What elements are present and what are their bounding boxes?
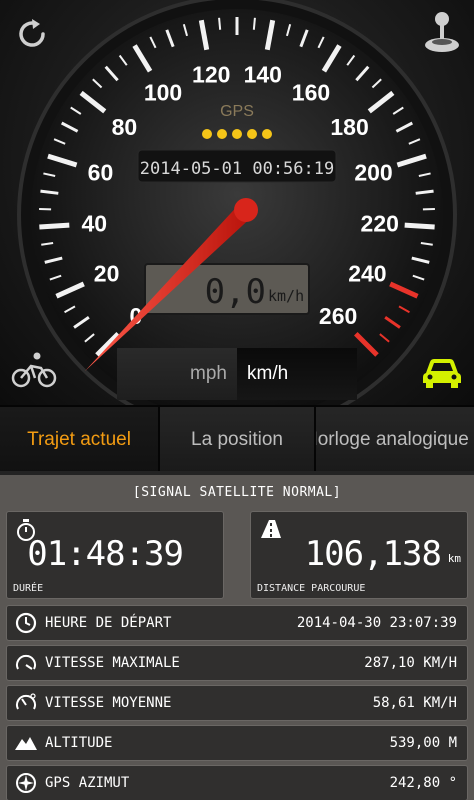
- duration-card: 01:48:39 DURÉE: [6, 511, 224, 599]
- needle-hub: [234, 198, 258, 222]
- gauge-tick: [404, 222, 435, 230]
- gauge-tick-label: 40: [81, 211, 107, 237]
- clock-icon: [15, 612, 37, 634]
- refresh-icon: [19, 19, 45, 47]
- bicycle-mode-button[interactable]: [8, 344, 60, 396]
- datetime-display: 2014-05-01 00:56:19: [140, 159, 334, 179]
- gauge-tick-label: 200: [354, 159, 392, 185]
- speedometer-icon: [16, 654, 36, 670]
- bicycle-icon: [11, 352, 57, 388]
- compass-icon: [16, 773, 36, 793]
- max-speed-label: VITESSE MAXIMALE: [45, 655, 180, 671]
- gps-dot: [232, 129, 242, 139]
- average-speed-icon: [16, 693, 36, 710]
- altitude-value: 539,00 M: [389, 735, 457, 751]
- altitude-label: ALTITUDE: [45, 735, 113, 751]
- tab-analog-clock-label: Horloge analogique: [316, 429, 469, 450]
- start-time-row: HEURE DE DÉPART 2014-04-30 23:07:39: [6, 605, 468, 641]
- azimuth-value: 242,80 °: [389, 775, 457, 791]
- kmh-toggle[interactable]: km/h: [237, 348, 357, 400]
- tab-analog-clock[interactable]: Horloge analogique: [316, 407, 474, 473]
- start-time-value: 2014-04-30 23:07:39: [296, 615, 457, 631]
- gauge-tick: [252, 17, 256, 30]
- max-speed-value: 287,10 KM/H: [364, 655, 457, 671]
- gauge-tick-label: 20: [94, 261, 120, 287]
- mountain-icon: [15, 737, 37, 750]
- mph-toggle[interactable]: mph: [117, 348, 237, 400]
- gps-dot: [202, 129, 212, 139]
- gauge-tick-label: 240: [348, 261, 386, 287]
- start-time-label: HEURE DE DÉPART: [45, 615, 172, 631]
- gauge-tick: [39, 222, 70, 230]
- gauge-tick-label: 140: [244, 61, 282, 87]
- avg-speed-row: VITESSE MOYENNE 58,61 KM/H: [6, 685, 468, 721]
- gauge-tick-label: 80: [112, 114, 138, 140]
- gauge-tick-label: 60: [88, 159, 114, 185]
- trip-stats-panel: [SIGNAL SATELLITE NORMAL] 01:48:39 DURÉE…: [0, 471, 474, 800]
- tab-position[interactable]: La position: [160, 407, 316, 473]
- distance-value: 106,138: [304, 534, 442, 574]
- avg-speed-label: VITESSE MOYENNE: [45, 695, 172, 711]
- speedometer-gauge: 020406080100120140160180200220240260 GPS…: [17, 0, 457, 405]
- tab-bar: Trajet actuel La position Horloge analog…: [0, 405, 474, 473]
- distance-unit: km: [447, 552, 461, 565]
- joystick-button[interactable]: [416, 6, 468, 58]
- road-icon: [261, 520, 281, 538]
- gauge-tick-label: 160: [292, 80, 330, 106]
- altitude-row: ALTITUDE 539,00 M: [6, 725, 468, 761]
- distance-card: 106,138 km DISTANCE PARCOURUE: [250, 511, 468, 599]
- gauge-tick-label: 260: [319, 303, 357, 329]
- reset-button[interactable]: [6, 8, 58, 60]
- gauge-tick-label: 180: [330, 114, 368, 140]
- azimuth-label: GPS AZIMUT: [45, 775, 130, 791]
- car-icon: [423, 359, 461, 388]
- gps-dot: [262, 129, 272, 139]
- gps-dot: [217, 129, 227, 139]
- duration-label: DURÉE: [13, 583, 44, 594]
- duration-value: 01:48:39: [27, 534, 184, 574]
- max-speed-row: VITESSE MAXIMALE 287,10 KM/H: [6, 645, 468, 681]
- gauge-tick-label: 100: [144, 80, 182, 106]
- gauge-tick-label: 220: [361, 211, 399, 237]
- gps-dot: [247, 129, 257, 139]
- speed-unit: km/h: [268, 287, 304, 305]
- speed-value: 0,0: [205, 272, 266, 312]
- speedometer-area: 020406080100120140160180200220240260 GPS…: [0, 0, 474, 405]
- avg-speed-value: 58,61 KM/H: [372, 695, 457, 711]
- signal-status: [SIGNAL SATELLITE NORMAL]: [132, 485, 342, 500]
- car-mode-button[interactable]: [416, 346, 468, 398]
- tab-current-trip[interactable]: Trajet actuel: [0, 407, 160, 473]
- distance-label: DISTANCE PARCOURUE: [257, 583, 366, 594]
- gauge-tick: [218, 17, 222, 30]
- gps-label: GPS: [220, 103, 254, 120]
- joystick-icon: [425, 12, 459, 52]
- gauge-tick-label: 120: [192, 61, 230, 87]
- azimuth-row: GPS AZIMUT 242,80 °: [6, 765, 468, 800]
